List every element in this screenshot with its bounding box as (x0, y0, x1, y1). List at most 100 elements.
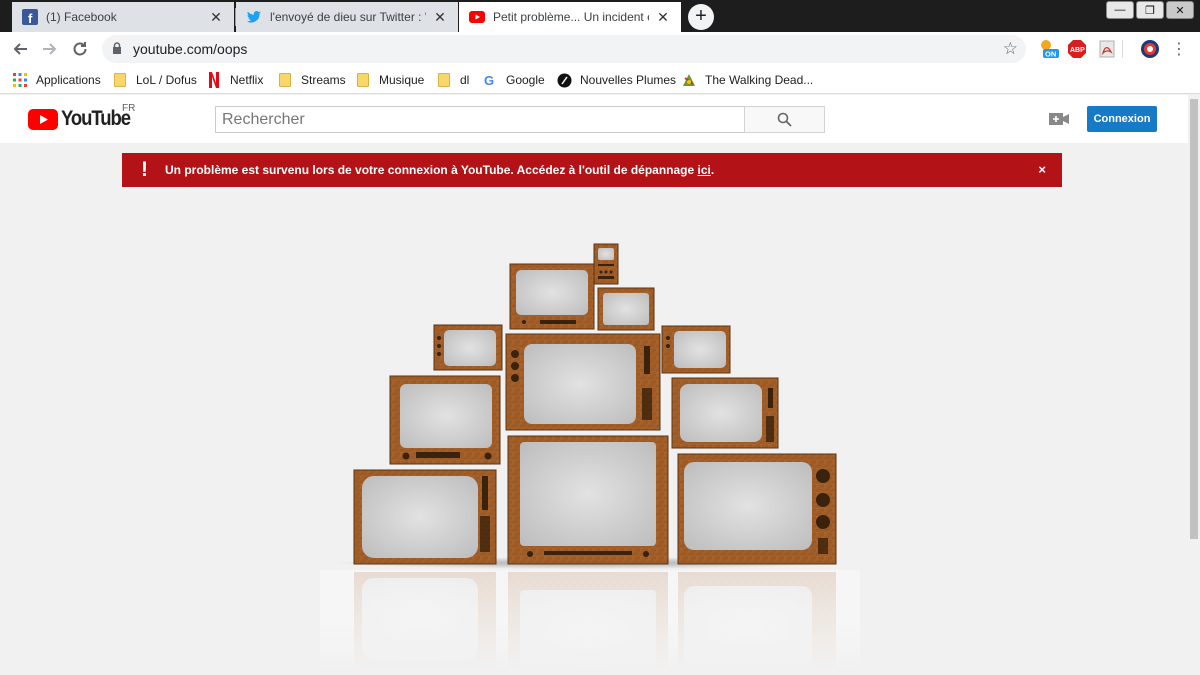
reload-button[interactable] (69, 38, 91, 60)
tab-youtube[interactable]: Petit problème... Un incident est ✕ (459, 2, 681, 32)
upload-video-icon[interactable] (1049, 112, 1069, 131)
tv-bottom-right (677, 453, 837, 565)
back-arrow-icon (13, 43, 27, 55)
back-button[interactable] (9, 38, 31, 60)
bookmark-label: dl (460, 73, 470, 87)
search-box[interactable] (215, 106, 745, 133)
youtube-wordmark: YouTube (61, 107, 131, 130)
bookmark-label: Google (506, 73, 545, 87)
error-alert-banner: ! Un problème est survenu lors de votre … (122, 153, 1062, 187)
tv-left-small (433, 324, 503, 371)
tv-bottom-center (507, 435, 669, 565)
search-icon (777, 112, 792, 127)
scrollbar-thumb[interactable] (1190, 99, 1198, 539)
tab-close-icon[interactable]: ✕ (655, 9, 671, 26)
search-input[interactable] (216, 107, 744, 132)
adblock-badge-text: ABP (1070, 47, 1085, 54)
search-button[interactable] (744, 106, 825, 133)
weather-extension-icon[interactable]: ON (1038, 38, 1060, 60)
tab-twitter[interactable]: l'envoyé de dieu sur Twitter : "@ ✕ (236, 2, 458, 32)
forward-arrow-icon (43, 43, 57, 55)
new-tab-button[interactable]: + (688, 4, 714, 30)
pdf-extension-icon[interactable] (1096, 38, 1118, 60)
reflection-fade (320, 570, 860, 666)
tv-bottom-left (353, 469, 497, 565)
bookmark-label: Nouvelles Plumes (580, 73, 677, 87)
lock-icon (112, 42, 122, 60)
facebook-icon: f (22, 9, 38, 25)
window-controls: — ❐ ✕ (1106, 1, 1194, 19)
tv-group (353, 243, 837, 565)
country-code: FR (122, 103, 136, 114)
bookmark-lol-dofus[interactable]: LoL / Dofus (112, 71, 197, 89)
bookmark-label: Musique (379, 73, 425, 87)
profile-avatar[interactable] (1139, 38, 1161, 60)
sign-in-button[interactable]: Connexion (1087, 106, 1157, 132)
youtube-play-icon (28, 108, 58, 130)
bookmark-streams[interactable]: Streams (277, 71, 346, 89)
alert-message-text: Un problème est survenu lors de votre co… (165, 163, 698, 177)
tab-close-icon[interactable]: ✕ (432, 9, 448, 26)
maximize-button[interactable]: ❐ (1136, 1, 1164, 19)
reload-icon (73, 42, 87, 56)
tab-close-icon[interactable]: ✕ (208, 9, 224, 26)
page-scrollbar[interactable] (1188, 95, 1200, 675)
bookmark-netflix[interactable]: Netflix (206, 71, 263, 89)
youtube-icon (469, 9, 485, 25)
bookmark-applications[interactable]: Applications (12, 71, 101, 89)
tab-title: (1) Facebook (46, 10, 117, 24)
tv-upper-small (509, 263, 595, 330)
youtube-logo[interactable]: YouTube FR (28, 103, 139, 131)
tab-strip: f (1) Facebook ✕ l'envoyé de dieu sur Tw… (0, 0, 1200, 32)
bookmark-label: Netflix (230, 73, 264, 87)
bookmark-nouvelles-plumes[interactable]: Nouvelles Plumes (556, 71, 676, 89)
adblock-extension-icon[interactable]: ABP (1066, 38, 1088, 60)
netflix-icon (206, 72, 222, 88)
tv-right-middle (671, 377, 779, 449)
walking-dead-icon (681, 72, 697, 88)
menu-kebab-icon[interactable]: ⋮ (1168, 38, 1190, 60)
bookmark-walking-dead[interactable]: The Walking Dead... (681, 71, 813, 89)
alert-exclamation-icon: ! (141, 158, 148, 181)
tab-facebook[interactable]: f (1) Facebook ✕ (12, 2, 234, 32)
folder-icon (355, 72, 371, 88)
apps-grid-icon (12, 72, 28, 88)
tab-title: l'envoyé de dieu sur Twitter : "@ (270, 10, 426, 24)
troubleshooter-link[interactable]: ici (698, 163, 711, 177)
google-icon: G (482, 72, 498, 88)
alert-message: Un problème est survenu lors de votre co… (165, 163, 714, 177)
bookmark-musique[interactable]: Musique (355, 71, 424, 89)
tv-stack-illustration (320, 243, 860, 666)
weather-badge-text: ON (1045, 50, 1056, 59)
bookmark-star-icon[interactable]: ☆ (1003, 39, 1018, 59)
nouvelles-plumes-icon (556, 72, 572, 88)
folder-icon (112, 72, 128, 88)
bookmark-label: Streams (301, 73, 346, 87)
bookmark-dl[interactable]: dl (436, 71, 469, 89)
bookmark-google[interactable]: G Google (482, 71, 545, 89)
youtube-masthead: YouTube FR Connexion (0, 95, 1188, 143)
forward-button[interactable] (39, 38, 61, 60)
minimize-button[interactable]: — (1106, 1, 1134, 19)
toolbar-separator (1122, 40, 1123, 58)
tv-right-small (661, 325, 731, 374)
alert-message-suffix: . (710, 163, 715, 177)
browser-toolbar: youtube.com/oops ☆ ON ABP ⋮ (0, 32, 1200, 66)
folder-icon (436, 72, 452, 88)
bookmark-label: LoL / Dofus (136, 73, 197, 87)
svg-text:G: G (484, 73, 494, 87)
svg-text:f: f (28, 11, 33, 25)
folder-icon (277, 72, 293, 88)
address-bar[interactable]: youtube.com/oops ☆ (102, 35, 1026, 63)
bookmark-label: Applications (36, 73, 101, 87)
tab-title: Petit problème... Un incident est (493, 10, 649, 24)
close-window-button[interactable]: ✕ (1166, 1, 1194, 19)
bookmark-label: The Walking Dead... (705, 73, 814, 87)
tv-center-middle (505, 333, 661, 431)
tv-left-middle (389, 375, 501, 465)
bookmarks-bar: Applications LoL / Dofus Netflix Streams… (0, 66, 1200, 94)
tv-upper-right (597, 287, 655, 331)
alert-close-icon[interactable]: × (1038, 162, 1046, 177)
tv-tiny (593, 243, 619, 285)
twitter-icon (246, 9, 262, 25)
